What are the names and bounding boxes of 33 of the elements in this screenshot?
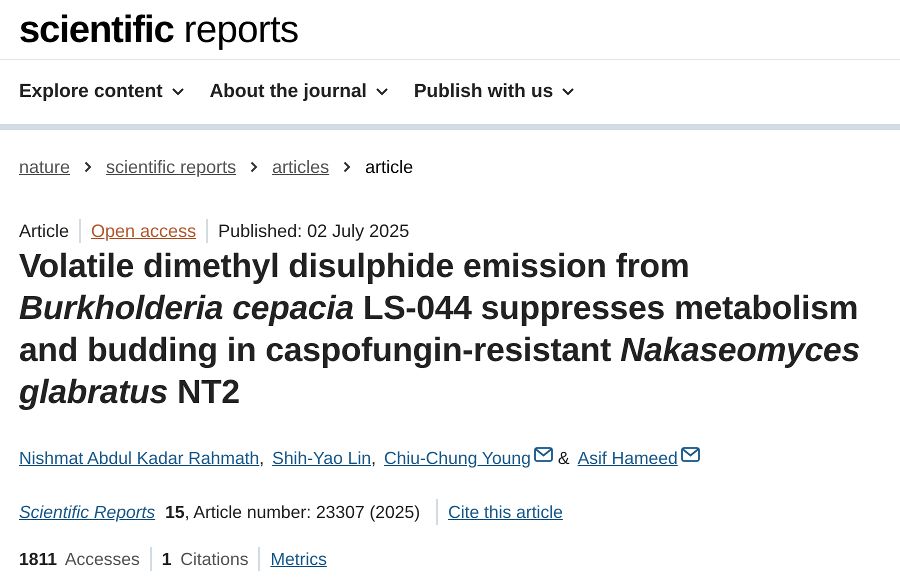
breadcrumb-link[interactable]: articles [272,156,330,178]
author-link[interactable]: Nishmat Abdul Kadar Rahmath [19,448,260,469]
author-separator: & [558,448,570,469]
chevron-right-icon [84,161,92,173]
published-date: Published: 02 July 2025 [218,220,410,242]
nav-menu-button[interactable]: Explore content [19,81,184,103]
metric-count: 1 Citations [162,548,248,570]
chevron-down-icon [172,88,184,96]
metric-count: 1811 Accesses [19,548,140,570]
article-number: 15, Article number: 23307 (2025) [165,502,420,522]
author-separator: , [259,448,264,469]
metrics-link[interactable]: Metrics [270,548,327,570]
journal-logo[interactable]: scientific reports [19,10,299,48]
journal-link[interactable]: Scientific Reports [19,502,156,522]
chevron-down-icon [562,88,574,96]
open-access-link[interactable]: Open access [91,220,196,242]
nav-menu-button[interactable]: Publish with us [414,81,574,103]
chevron-right-icon [250,161,258,173]
breadcrumb-current: article [365,156,414,178]
author-link[interactable]: Chiu-Chung Young [384,448,531,469]
breadcrumb-link[interactable]: scientific reports [106,156,236,178]
article-title: Volatile dimethyl disulphide emission from Burkholderia cepacia LS-044 suppresses metabolism and budding in caspofungin-resistant Nakaseomyces glabratus NT2 [19,247,861,413]
author-link[interactable]: Shih-Yao Lin [272,448,372,469]
chevron-down-icon [376,88,388,96]
author-link[interactable]: Asif Hameed [578,448,678,469]
cite-link[interactable]: Cite this article [448,502,563,522]
nav-menu-button[interactable]: About the journal [210,81,388,103]
article-type: Article [19,220,70,242]
envelope-icon[interactable] [680,447,700,462]
chevron-right-icon [343,161,352,173]
author-separator: , [371,448,376,469]
envelope-icon[interactable] [534,447,553,462]
breadcrumb-link[interactable]: nature [19,156,70,178]
